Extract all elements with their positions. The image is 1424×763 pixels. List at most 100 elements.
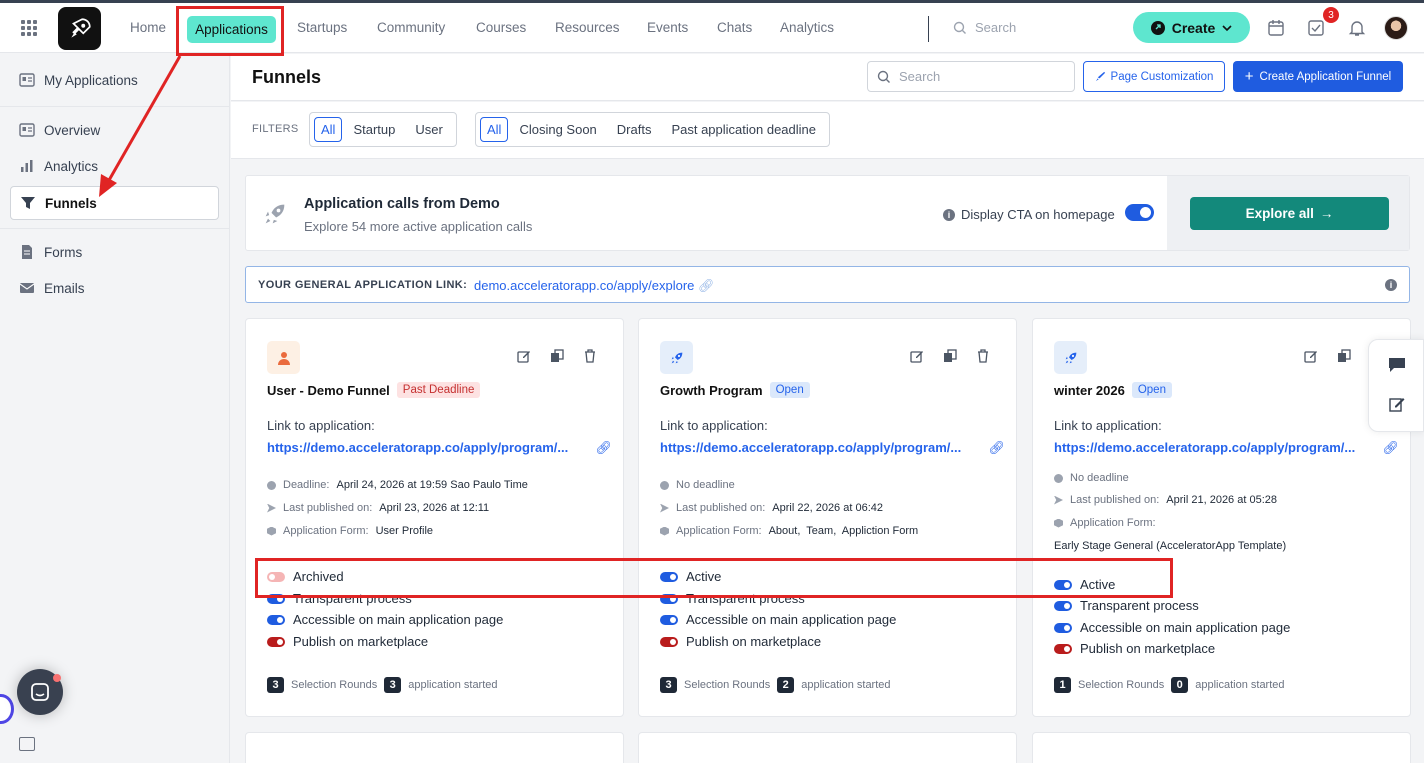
funnel-name[interactable]: User - Demo Funnel Past Deadline (267, 382, 481, 398)
transparent-process-toggle[interactable]: Transparent process (267, 591, 412, 606)
sidebar-item-analytics[interactable]: Analytics (10, 149, 219, 183)
send-icon (660, 503, 669, 513)
toggle-switch[interactable] (1054, 622, 1072, 633)
tasks-icon[interactable] (1307, 19, 1325, 37)
sidebar-item-overview[interactable]: Overview (10, 113, 219, 147)
filter-bar: FILTERS All Startup User All Closing Soo… (231, 102, 1424, 159)
application-link[interactable]: https://demo.acceleratorapp.co/apply/pro… (660, 440, 1005, 456)
funnel-name[interactable]: Growth Program Open (660, 382, 810, 398)
publish-marketplace-toggle[interactable]: Publish on marketplace (267, 634, 428, 649)
chat-widget-icon[interactable] (17, 669, 63, 715)
active-toggle[interactable]: Active (660, 569, 721, 584)
document-icon (22, 245, 32, 259)
toggle-switch[interactable] (660, 636, 678, 647)
trash-icon[interactable] (976, 349, 990, 363)
toggle-switch[interactable] (267, 636, 285, 647)
comment-icon[interactable] (1388, 357, 1406, 373)
publish-marketplace-toggle[interactable]: Publish on marketplace (660, 634, 821, 649)
link-icon[interactable]: 🔗︎ (595, 440, 612, 456)
main-content: Funnels Search Page Customization + Crea… (231, 54, 1424, 763)
archived-toggle[interactable]: Archived (267, 569, 344, 584)
duplicate-icon[interactable] (550, 349, 564, 363)
link-icon[interactable]: 🔗︎ (1382, 440, 1399, 456)
filter-status-all[interactable]: All (480, 117, 509, 142)
toggle-switch[interactable] (1054, 600, 1072, 611)
funnel-name[interactable]: winter 2026 Open (1054, 382, 1172, 398)
application-link-text: https://demo.acceleratorapp.co/apply/pro… (1054, 440, 1356, 455)
create-funnel-label: Create Application Funnel (1259, 70, 1392, 83)
link-icon[interactable]: 🔗︎ (988, 440, 1005, 456)
nav-events[interactable]: Events (647, 20, 688, 35)
banner-subtitle: Explore 54 more active application calls (304, 219, 533, 234)
toggle-switch[interactable] (267, 593, 285, 604)
nav-community[interactable]: Community (377, 20, 445, 35)
active-toggle[interactable]: Active (1054, 577, 1115, 592)
status-badge: Open (769, 382, 810, 398)
nav-courses[interactable]: Courses (476, 20, 526, 35)
edit-note-icon[interactable] (1389, 396, 1405, 412)
filter-closing-soon[interactable]: Closing Soon (510, 117, 605, 142)
accessible-main-page-toggle[interactable]: Accessible on main application page (267, 612, 503, 627)
funnel-card: User - Demo Funnel Past Deadline Link to… (245, 318, 624, 717)
cube-icon (1054, 518, 1063, 528)
link-icon: 🔗︎ (698, 278, 715, 293)
bell-icon[interactable] (1348, 19, 1366, 37)
transparent-process-toggle[interactable]: Transparent process (1054, 598, 1199, 613)
global-search[interactable]: Search (953, 20, 1016, 35)
create-button[interactable]: Create (1133, 12, 1250, 43)
nav-analytics[interactable]: Analytics (780, 20, 834, 35)
funnel-name-text: User - Demo Funnel (267, 382, 390, 398)
edit-icon[interactable] (517, 349, 531, 363)
nav-home[interactable]: Home (130, 20, 166, 35)
accessible-main-page-toggle[interactable]: Accessible on main application page (660, 612, 896, 627)
toggle-switch[interactable] (267, 571, 285, 582)
duplicate-icon[interactable] (943, 349, 957, 363)
filter-drafts[interactable]: Drafts (608, 117, 661, 142)
toggle-switch[interactable] (660, 593, 678, 604)
duplicate-icon[interactable] (1337, 349, 1351, 363)
filter-type-user[interactable]: User (406, 117, 451, 142)
funnel-search-input[interactable]: Search (867, 61, 1075, 92)
toggle-label: Accessible on main application page (686, 612, 897, 627)
publish-marketplace-toggle[interactable]: Publish on marketplace (1054, 641, 1215, 656)
apps-grid-icon[interactable] (21, 20, 37, 36)
toggle-switch[interactable] (1054, 643, 1072, 654)
edit-icon[interactable] (1304, 349, 1318, 363)
toggle-switch[interactable] (1054, 579, 1072, 590)
info-icon[interactable]: i (1385, 279, 1397, 291)
filter-past-deadline[interactable]: Past application deadline (662, 117, 825, 142)
rocket-icon (1150, 20, 1165, 35)
clock-icon (1054, 473, 1063, 483)
trash-icon[interactable] (583, 349, 597, 363)
deadline-row: No deadline (660, 479, 735, 491)
page-customization-label: Page Customization (1110, 70, 1214, 83)
sidebar-item-forms[interactable]: Forms (10, 235, 219, 269)
sidebar-item-emails[interactable]: Emails (10, 271, 219, 305)
toggle-switch[interactable] (267, 614, 285, 625)
display-cta-toggle[interactable] (1125, 204, 1154, 221)
create-funnel-button[interactable]: + Create Application Funnel (1233, 61, 1403, 92)
nav-chats[interactable]: Chats (717, 20, 752, 35)
transparent-process-toggle[interactable]: Transparent process (660, 591, 805, 606)
application-link[interactable]: https://demo.acceleratorapp.co/apply/pro… (267, 440, 612, 456)
filter-type-all[interactable]: All (314, 117, 343, 142)
sidebar-item-funnels[interactable]: Funnels (10, 186, 219, 220)
accessible-main-page-toggle[interactable]: Accessible on main application page (1054, 620, 1290, 635)
edit-icon[interactable] (910, 349, 924, 363)
calendar-icon[interactable] (1267, 19, 1285, 37)
filter-type-startup[interactable]: Startup (344, 117, 404, 142)
explore-all-button[interactable]: Explore all → (1190, 197, 1389, 230)
page-customization-button[interactable]: Page Customization (1083, 61, 1225, 92)
general-link-url[interactable]: demo.acceleratorapp.co/apply/explore 🔗︎ (474, 278, 715, 294)
user-avatar[interactable] (1384, 16, 1408, 40)
sidebar-item-my-applications[interactable]: My Applications (10, 63, 219, 97)
rocket-logo-icon[interactable] (58, 7, 101, 50)
brush-icon (1095, 71, 1105, 82)
nav-startups[interactable]: Startups (297, 20, 347, 35)
toggle-switch[interactable] (660, 614, 678, 625)
nav-applications[interactable]: Applications (187, 16, 276, 43)
application-link[interactable]: https://demo.acceleratorapp.co/apply/pro… (1054, 440, 1399, 456)
toggle-switch[interactable] (660, 571, 678, 582)
collapse-sidebar-icon[interactable] (19, 737, 35, 751)
nav-resources[interactable]: Resources (555, 20, 620, 35)
